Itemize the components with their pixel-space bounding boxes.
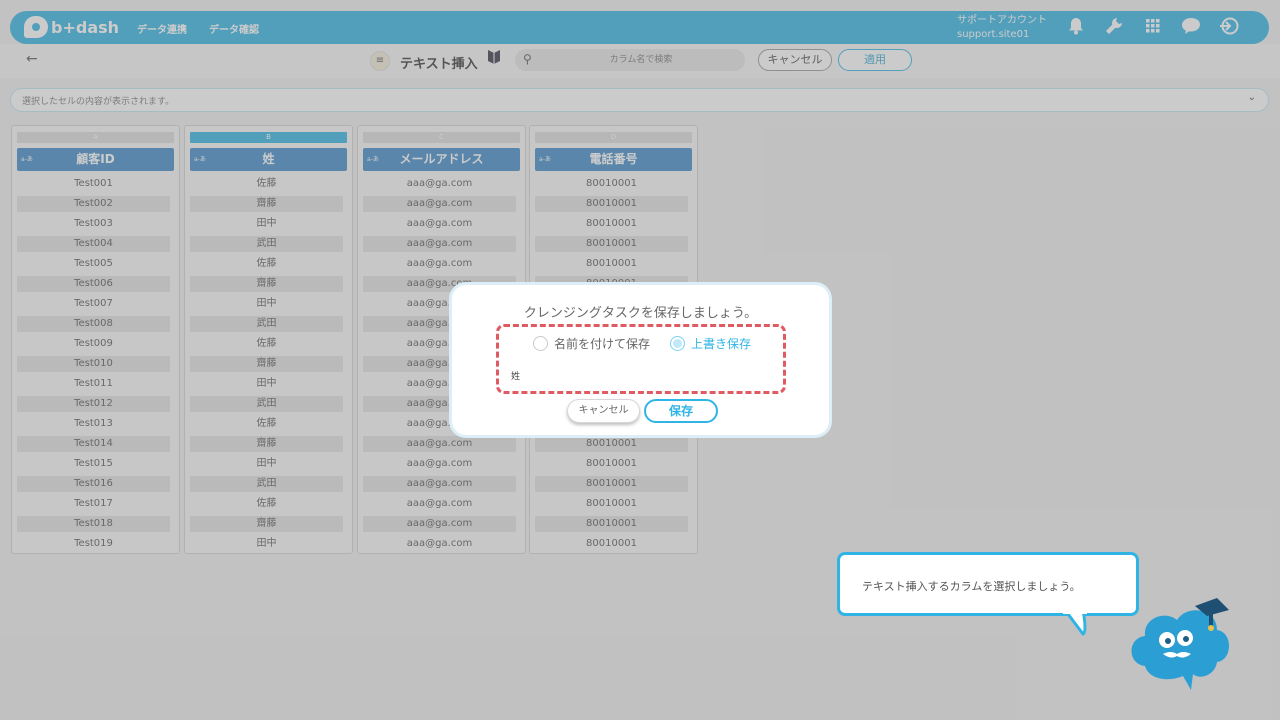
radio-save-as-new[interactable]: 名前を付けて保存 <box>533 335 650 352</box>
modal-save-button[interactable]: 保存 <box>644 399 718 423</box>
mascot-cloud-icon <box>1131 598 1229 690</box>
radio-overwrite-label: 上書き保存 <box>691 337 752 351</box>
modal-cancel-button[interactable]: キャンセル <box>567 399 640 423</box>
modal-title: クレンジングタスクを保存しましょう。 <box>523 306 758 321</box>
radio-circle-icon <box>533 336 548 351</box>
tooltip-tail-icon <box>1063 610 1087 636</box>
guide-tooltip-text: テキスト挿入するカラムを選択しましょう。 <box>862 580 1081 593</box>
save-task-modal: クレンジングタスクを保存しましょう。 名前を付けて保存 上書き保存 キャンセル … <box>449 282 832 438</box>
highlight-box: 名前を付けて保存 上書き保存 <box>496 324 786 394</box>
guide-tooltip: テキスト挿入するカラムを選択しましょう。 <box>837 552 1139 616</box>
task-name-input[interactable] <box>511 364 773 386</box>
radio-overwrite[interactable]: 上書き保存 <box>670 335 751 352</box>
radio-save-as-new-label: 名前を付けて保存 <box>554 337 651 351</box>
radio-circle-selected-icon <box>670 336 685 351</box>
